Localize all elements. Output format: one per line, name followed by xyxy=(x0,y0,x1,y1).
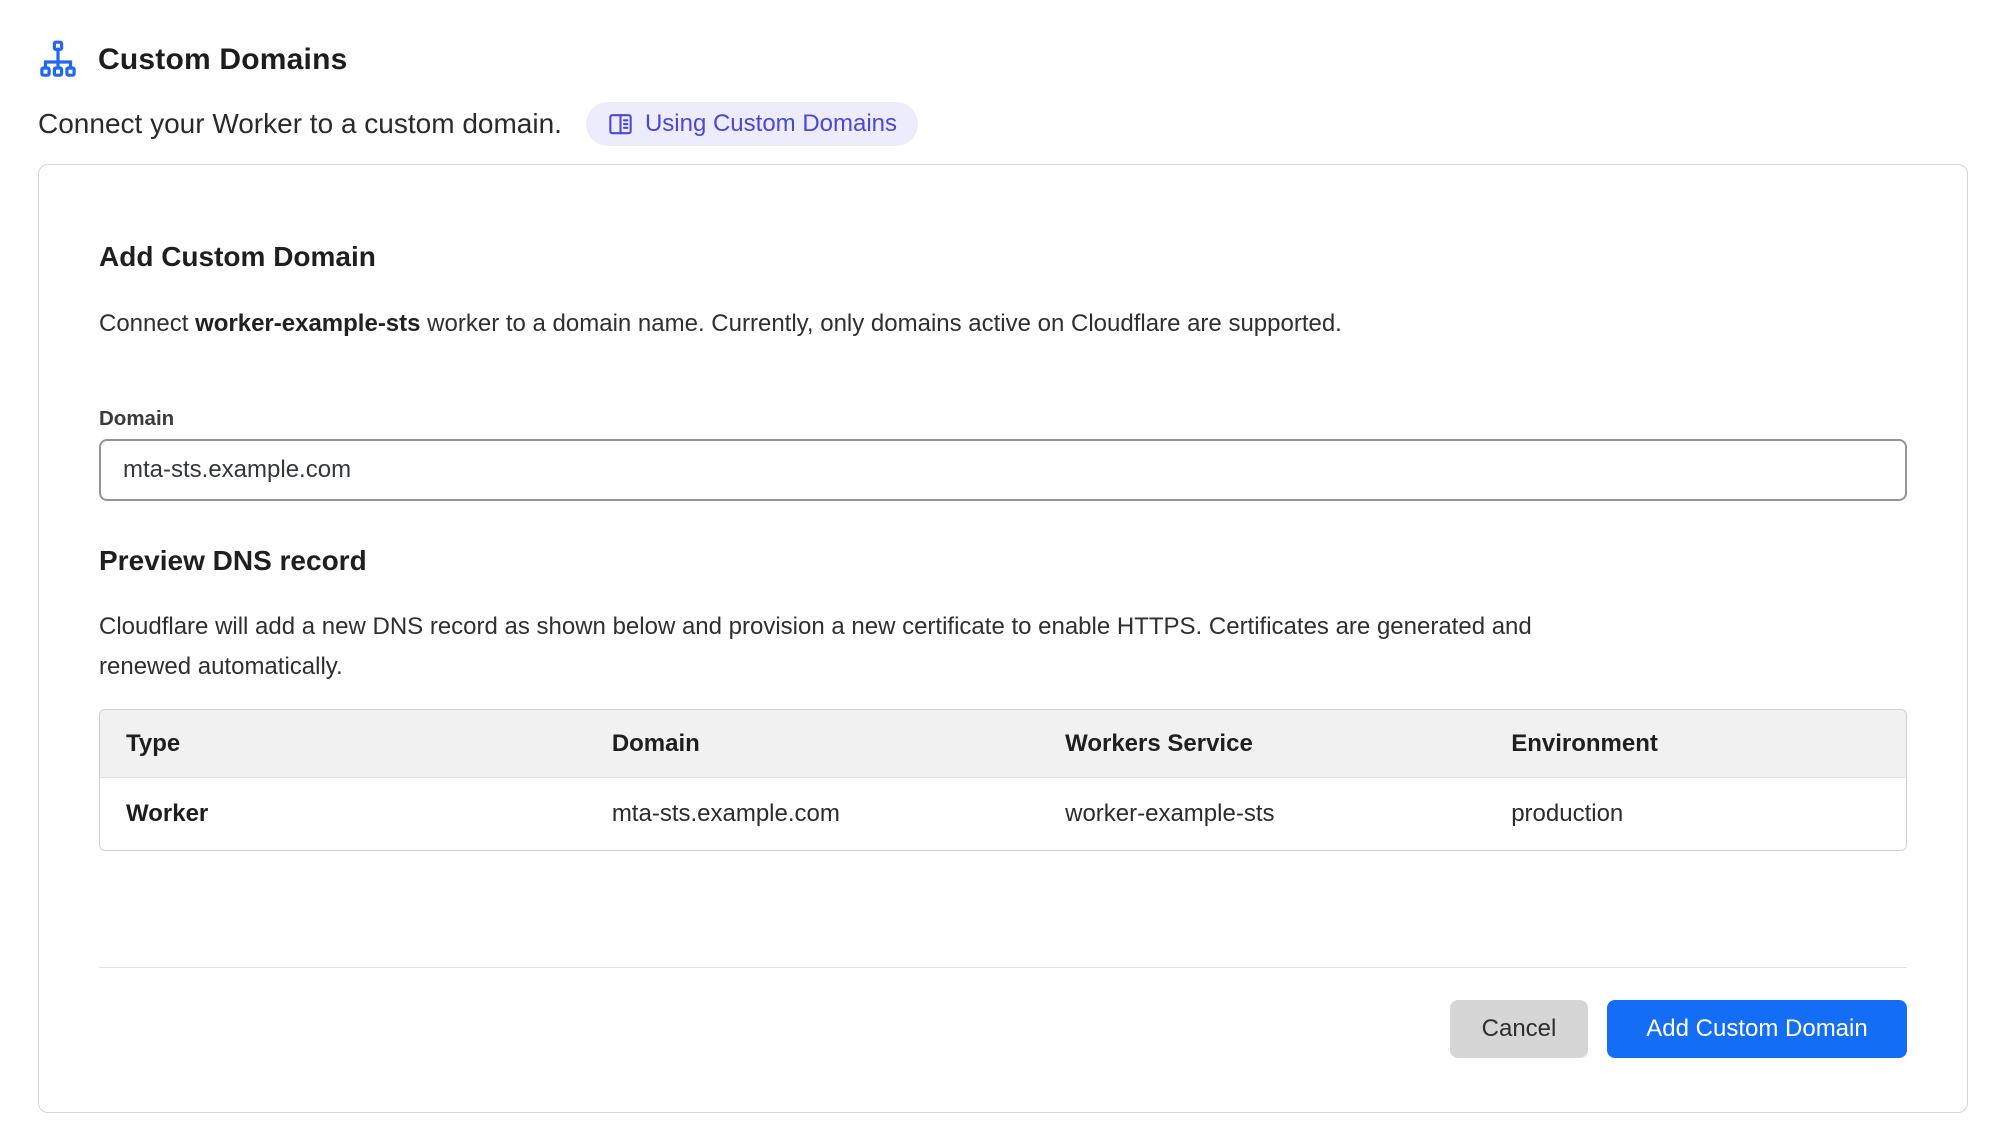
description-suffix: worker to a domain name. Currently, only… xyxy=(421,310,1342,337)
worker-name: worker-example-sts xyxy=(195,310,420,337)
table-header-type: Type xyxy=(100,730,586,758)
add-custom-domain-button[interactable]: Add Custom Domain xyxy=(1607,1000,1907,1058)
page-subtitle: Connect your Worker to a custom domain. xyxy=(38,108,562,140)
table-row: Worker mta-sts.example.com worker-exampl… xyxy=(100,778,1906,850)
preview-dns-description: Cloudflare will add a new DNS record as … xyxy=(99,607,1599,687)
docs-link-label: Using Custom Domains xyxy=(645,110,897,138)
cell-environment: production xyxy=(1485,800,1906,828)
cell-workers-service: worker-example-sts xyxy=(1039,800,1485,828)
preview-dns-heading: Preview DNS record xyxy=(99,543,1907,579)
add-custom-domain-dialog: Add Custom Domain Connect worker-example… xyxy=(38,164,1968,1113)
open-book-icon xyxy=(607,111,634,138)
subtitle-row: Connect your Worker to a custom domain. … xyxy=(38,102,1968,146)
dns-preview-table: Type Domain Workers Service Environment … xyxy=(99,709,1907,851)
description-prefix: Connect xyxy=(99,310,195,337)
footer-divider xyxy=(99,967,1907,968)
cell-domain: mta-sts.example.com xyxy=(586,800,1039,828)
docs-link-using-custom-domains[interactable]: Using Custom Domains xyxy=(586,102,918,146)
page-header: Custom Domains xyxy=(38,40,1968,80)
domain-input[interactable] xyxy=(99,439,1907,501)
dialog-heading: Add Custom Domain xyxy=(99,239,1907,275)
cancel-button[interactable]: Cancel xyxy=(1450,1000,1588,1058)
domain-field-label: Domain xyxy=(99,407,1907,431)
sitemap-icon xyxy=(38,40,78,80)
cell-type: Worker xyxy=(100,800,586,828)
page-title: Custom Domains xyxy=(98,43,348,77)
table-header-row: Type Domain Workers Service Environment xyxy=(100,710,1906,778)
dialog-footer: Cancel Add Custom Domain xyxy=(99,1000,1907,1058)
dialog-description: Connect worker-example-sts worker to a d… xyxy=(99,307,1907,341)
table-header-environment: Environment xyxy=(1485,730,1906,758)
custom-domains-page: Custom Domains Connect your Worker to a … xyxy=(0,0,1999,1113)
table-header-domain: Domain xyxy=(586,730,1039,758)
table-header-workers-service: Workers Service xyxy=(1039,730,1485,758)
